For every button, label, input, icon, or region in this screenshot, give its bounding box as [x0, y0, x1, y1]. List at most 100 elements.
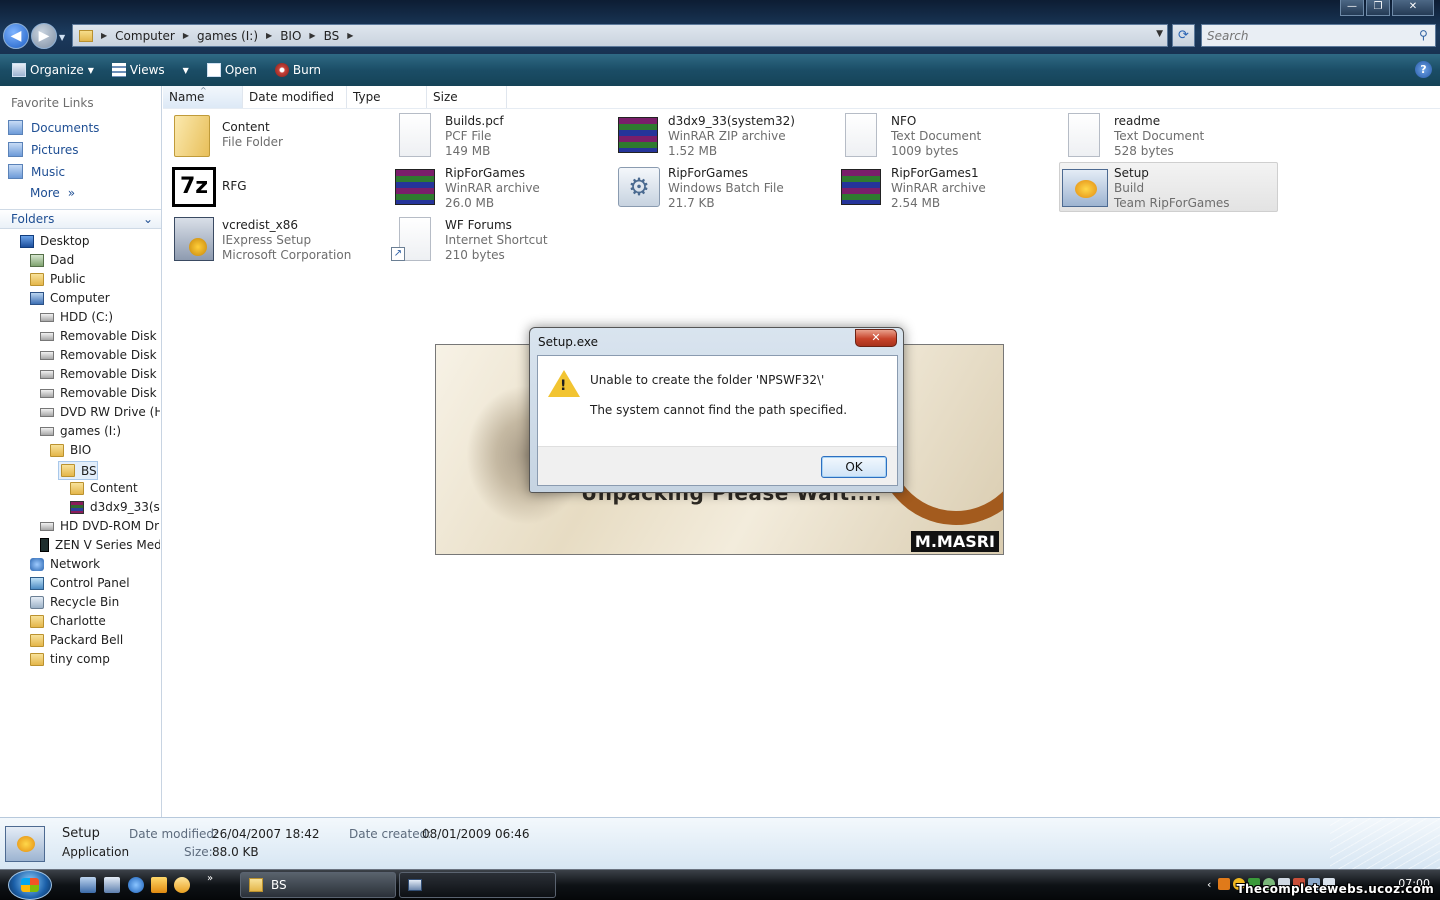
internet-explorer-icon[interactable]	[128, 877, 144, 893]
column-name[interactable]: ^ Name	[163, 86, 243, 108]
file-name: vcredist_x86	[222, 218, 299, 232]
tree-item-removable-d[interactable]: Removable Disk (D	[40, 329, 160, 343]
music-icon	[8, 164, 23, 179]
tree-item-d3dx9[interactable]: d3dx9_33(sys	[70, 500, 160, 514]
file-name: RFG	[222, 179, 247, 193]
file-tile-builds-pcf[interactable]: Builds.pcf PCF File 149 MB	[391, 111, 611, 161]
tree-item-removable-f[interactable]: Removable Disk (F	[40, 367, 160, 381]
tree-item-public[interactable]: Public	[30, 272, 160, 286]
splash-brand: M.MASRI	[910, 531, 999, 552]
dialog-detail: The system cannot find the path specifie…	[590, 403, 848, 417]
favorite-music[interactable]: Music	[8, 164, 65, 179]
tree-item-zen-v[interactable]: ZEN V Series Medi	[40, 538, 160, 552]
file-tile-setup[interactable]: Setup Build Team RipForGames	[1059, 162, 1278, 212]
breadcrumb-separator-icon[interactable]: ▶	[309, 31, 315, 40]
tree-label: Public	[50, 272, 86, 286]
help-button[interactable]: ?	[1415, 61, 1432, 78]
column-type[interactable]: Type	[347, 86, 427, 108]
tray-expand-icon[interactable]: ‹	[1207, 878, 1211, 891]
file-tile-content[interactable]: Content File Folder	[168, 111, 388, 161]
file-tile-ripforgames1[interactable]: RipForGames1 WinRAR archive 2.54 MB	[837, 163, 1057, 213]
recent-pages-dropdown[interactable]: ▼	[59, 33, 65, 42]
file-tile-readme[interactable]: readme Text Document 528 bytes	[1060, 111, 1280, 161]
breadcrumb-separator-icon[interactable]: ▶	[183, 31, 189, 40]
tree-item-content[interactable]: Content	[70, 481, 160, 495]
winrar-icon	[841, 169, 881, 205]
tree-item-removable-g[interactable]: Removable Disk (G	[40, 386, 160, 400]
breadcrumb-bio[interactable]: BIO	[280, 29, 301, 43]
address-bar[interactable]: ▶ Computer ▶ games (I:) ▶ BIO ▶ BS ▶ ▼	[72, 24, 1168, 47]
tree-item-computer[interactable]: Computer	[30, 291, 160, 305]
minimize-button[interactable]: —	[1340, 0, 1364, 16]
double-chevron-icon: »	[67, 186, 76, 200]
back-button[interactable]: ◀	[3, 23, 29, 49]
start-button[interactable]	[8, 870, 52, 900]
views-button[interactable]: Views ▼	[108, 61, 193, 79]
burn-button[interactable]: Burn	[271, 61, 325, 79]
breadcrumb-separator-icon[interactable]: ▶	[266, 31, 272, 40]
restore-button[interactable]: ❐	[1366, 0, 1390, 16]
address-dropdown-icon[interactable]: ▼	[1156, 29, 1163, 39]
tree-item-control-panel[interactable]: Control Panel	[30, 576, 160, 590]
file-tile-d3dx9[interactable]: d3dx9_33(system32) WinRAR ZIP archive 1.52…	[614, 111, 834, 161]
tree-label: Dad	[50, 253, 75, 267]
file-tile-vcredist[interactable]: vcredist_x86 IExpress Setup Microsoft Corp…	[168, 215, 388, 265]
file-tile-nfo[interactable]: NFO Text Document 1009 bytes	[837, 111, 1057, 161]
dialog-close-button[interactable]: ✕	[855, 329, 897, 347]
tree-item-hdd-c[interactable]: HDD (C:)	[40, 310, 160, 324]
tree-item-dvd-rw[interactable]: DVD RW Drive (H:)	[40, 405, 160, 419]
file-tile-ripforgames-bat[interactable]: ⚙ RipForGames Windows Batch File 21.7 KB	[614, 163, 834, 213]
winrar-icon	[70, 500, 84, 514]
taskbar-button-bs[interactable]: BS	[240, 872, 396, 898]
tree-label: tiny comp	[50, 652, 110, 666]
breadcrumb-bs[interactable]: BS	[324, 29, 340, 43]
tree-item-dad[interactable]: Dad	[30, 253, 160, 267]
refresh-button[interactable]: ⟳	[1172, 24, 1195, 47]
file-size: 210 bytes	[445, 248, 505, 262]
tree-item-tiny-comp[interactable]: tiny comp	[30, 652, 160, 666]
tree-item-bio[interactable]: BIO	[50, 443, 160, 457]
breadcrumb-separator-icon[interactable]: ▶	[101, 31, 107, 40]
close-button[interactable]: ✕	[1392, 0, 1434, 16]
tree-item-recycle-bin[interactable]: Recycle Bin	[30, 595, 160, 609]
tree-item-network[interactable]: Network	[30, 557, 160, 571]
favorite-documents[interactable]: Documents	[8, 120, 99, 135]
tray-app-icon[interactable]	[1218, 878, 1231, 890]
file-tile-rfg[interactable]: 7z RFG	[168, 163, 388, 213]
tree-item-hd-dvd-rom[interactable]: HD DVD-ROM Driv	[40, 519, 160, 533]
clock-app-icon[interactable]	[174, 877, 190, 893]
tree-item-bs[interactable]: BS	[58, 461, 98, 480]
breadcrumb-computer[interactable]: Computer	[115, 29, 175, 43]
ok-button[interactable]: OK	[821, 456, 887, 478]
search-input[interactable]	[1201, 24, 1436, 47]
folders-header[interactable]: Folders ⌄	[0, 209, 161, 229]
media-player-icon[interactable]	[151, 877, 167, 893]
tree-item-desktop[interactable]: Desktop	[20, 234, 160, 248]
tree-item-removable-e[interactable]: Removable Disk (E	[40, 348, 160, 362]
column-size[interactable]: Size	[427, 86, 507, 108]
favorite-label: More	[30, 186, 60, 200]
breadcrumb-separator-icon[interactable]: ▶	[347, 31, 353, 40]
breadcrumb-games-drive[interactable]: games (I:)	[197, 29, 258, 43]
switch-windows-icon[interactable]	[104, 877, 120, 893]
file-tile-wf-forums[interactable]: ↗ WF Forums Internet Shortcut 210 bytes	[391, 215, 611, 265]
open-button[interactable]: Open	[203, 61, 261, 79]
column-date-modified[interactable]: Date modified	[243, 86, 347, 108]
file-type: Text Document	[891, 129, 982, 143]
show-desktop-icon[interactable]	[80, 877, 96, 893]
favorite-more[interactable]: More »	[30, 186, 75, 200]
favorite-pictures[interactable]: Pictures	[8, 142, 79, 157]
taskbar-button-setup[interactable]	[399, 872, 556, 898]
quick-launch-more-icon[interactable]: »	[207, 873, 213, 884]
tree-item-charlotte[interactable]: Charlotte	[30, 614, 160, 628]
control-panel-icon	[30, 576, 44, 590]
search-icon[interactable]: ⚲	[1419, 28, 1428, 42]
organize-button[interactable]: Organize ▼	[8, 61, 98, 79]
file-name: Setup	[1114, 166, 1149, 180]
tree-label: Desktop	[40, 234, 90, 248]
tree-item-packard-bell[interactable]: Packard Bell	[30, 633, 160, 647]
file-tile-ripforgames-rar[interactable]: RipForGames WinRAR archive 26.0 MB	[391, 163, 611, 213]
views-label: Views	[129, 63, 165, 77]
forward-button[interactable]: ▶	[31, 23, 57, 49]
tree-item-games-i[interactable]: games (I:)	[40, 424, 160, 438]
